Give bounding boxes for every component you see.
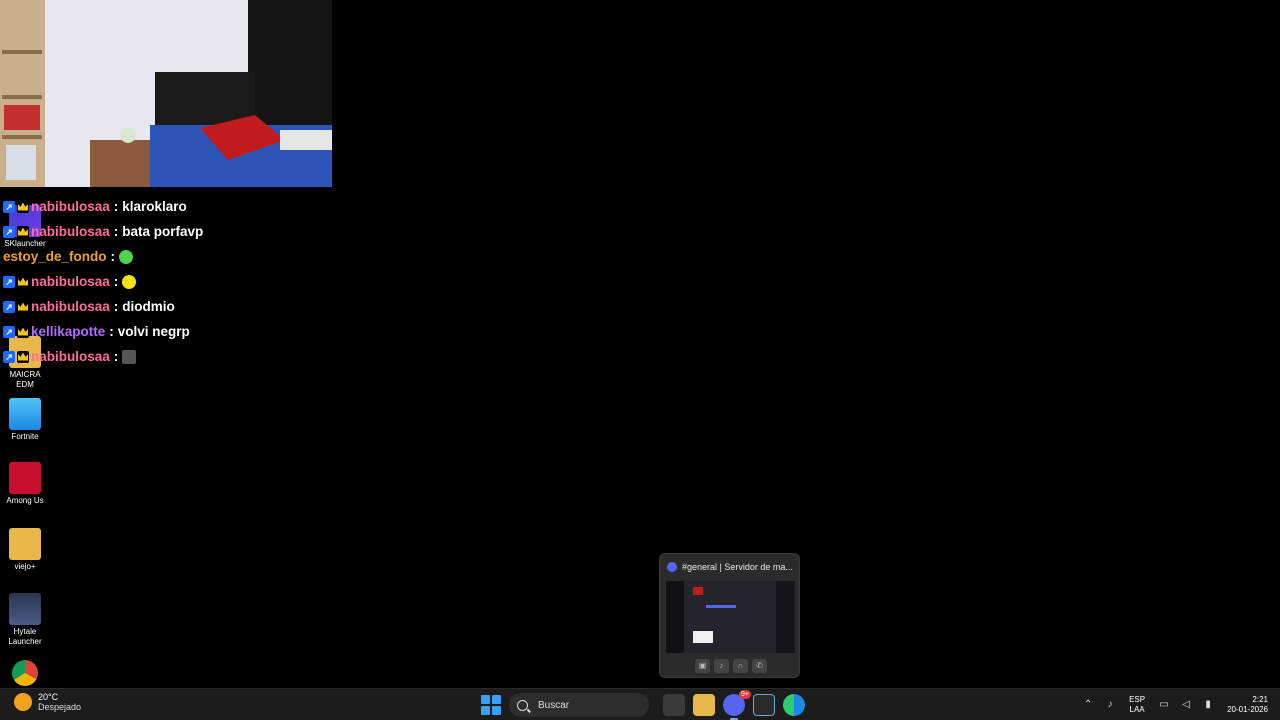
language-primary: ESP (1129, 694, 1146, 704)
vip-badge-icon: ↗ (3, 300, 15, 313)
desktop-icon-label: viejo+ (14, 562, 36, 571)
desktop-icon-label: Hytale Launcher (8, 627, 42, 646)
folder-icon (9, 528, 41, 560)
chat-text: bata porfavp (122, 224, 204, 239)
crown-badge-icon (17, 275, 29, 288)
chat-message: ↗ nabibulosaa : bata porfavp (3, 219, 203, 244)
chevron-up-icon[interactable]: ⌃ (1081, 698, 1095, 712)
volume-icon[interactable]: ◁ (1179, 698, 1193, 712)
photo-emote (122, 349, 137, 364)
clock-date: 20-01-2026 (1227, 704, 1268, 714)
crown-badge-icon (17, 350, 29, 363)
vip-badge-icon: ↗ (3, 350, 15, 363)
discord-icon (667, 562, 677, 572)
crown-badge-icon (17, 225, 29, 238)
chat-message: ↗ nabibulosaa : klaroklaro (3, 194, 203, 219)
file-explorer-icon[interactable] (693, 694, 715, 716)
desktop-icon-chrome[interactable] (0, 660, 50, 688)
desktop-icon-label: Fortnite (11, 432, 39, 441)
chat-text: diodmio (122, 299, 175, 314)
vip-badge-icon: ↗ (3, 275, 15, 288)
preview-title-text: #general | Servidor de ma... (682, 562, 793, 572)
search-icon (517, 699, 528, 711)
taskbar: 20°C Despejado Buscar 9+ ⌃ ♪ ESP LAA ▭ ◁… (0, 688, 1280, 720)
windows-start-icon[interactable] (481, 695, 501, 715)
discord-taskbar-icon[interactable]: 9+ (723, 690, 751, 720)
system-tray: ⌃ ♪ ESP LAA ▭ ◁ ▮ 2:21 20-01-2026 (1077, 689, 1280, 720)
chat-message: ↗ nabibulosaa : (3, 269, 203, 294)
hytale-icon (9, 593, 41, 625)
weather-widget[interactable]: 20°C Despejado (14, 692, 81, 712)
task-view-icon[interactable] (663, 694, 685, 716)
chat-separator: : (113, 199, 119, 214)
edge-icon[interactable] (783, 694, 805, 716)
crown-badge-icon (17, 300, 29, 313)
discord-notification-badge: 9+ (739, 690, 751, 699)
taskbar-center: Buscar 9+ (481, 690, 809, 720)
chat-message: ↗ nabibulosaa : (3, 344, 203, 369)
chat-text: klaroklaro (122, 199, 187, 214)
chat-message: ↗ kellikapotte : volvi negrp (3, 319, 203, 344)
end-call-icon[interactable]: ✆ (752, 659, 767, 673)
vip-badge-icon: ↗ (3, 325, 15, 338)
chat-username: nabibulosaa (31, 349, 110, 364)
chat-separator: : (113, 299, 119, 314)
desktop-icon-fortnite[interactable]: Fortnite (0, 398, 50, 442)
microphone-icon[interactable]: ♪ (1103, 698, 1117, 712)
chat-username: nabibulosaa (31, 199, 110, 214)
clock-time: 2:21 (1252, 694, 1268, 704)
crown-badge-icon (17, 325, 29, 338)
green-blob-emote (119, 249, 134, 264)
language-secondary: LAA (1129, 704, 1145, 714)
chat-username: kellikapotte (31, 324, 106, 339)
chat-username: nabibulosaa (31, 299, 110, 314)
clock[interactable]: 2:21 20-01-2026 (1227, 695, 1268, 715)
desktop-icon-label: Among Us (6, 496, 44, 505)
search-placeholder: Buscar (538, 699, 570, 711)
taskbar-search[interactable]: Buscar (509, 693, 649, 717)
chat-username: nabibulosaa (31, 274, 110, 289)
vip-badge-icon: ↗ (3, 225, 15, 238)
preview-controls: ▣ ♪ ∩ ✆ (695, 659, 767, 673)
chrome-icon (12, 660, 38, 686)
desktop-icon-viejo[interactable]: viejo+ (0, 528, 50, 572)
yellow-face-emote (122, 274, 137, 289)
among-us-icon (9, 462, 41, 494)
chat-separator: : (113, 349, 119, 364)
chat-username: nabibulosaa (31, 224, 110, 239)
obs-icon[interactable] (753, 694, 775, 716)
desktop-icon-hytale-launcher[interactable]: Hytale Launcher (0, 593, 50, 647)
chat-separator: : (109, 324, 114, 339)
preview-thumbnail[interactable] (666, 581, 795, 653)
headphones-icon[interactable]: ∩ (733, 659, 748, 673)
chat-separator: : (110, 249, 116, 264)
vip-badge-icon: ↗ (3, 200, 15, 213)
chat-separator: : (113, 224, 119, 239)
chat-separator: : (113, 274, 119, 289)
chat-username: estoy_de_fondo (3, 249, 107, 264)
desktop-icon-label: MAICRA EDM (9, 370, 41, 389)
mic-icon[interactable]: ♪ (714, 659, 729, 673)
weather-sun-icon (14, 693, 32, 711)
preview-title: #general | Servidor de ma... (667, 562, 793, 572)
chat-message: ↗ nabibulosaa : diodmio (3, 294, 203, 319)
discord-window-preview[interactable]: #general | Servidor de ma... ▣ ♪ ∩ ✆ (659, 553, 800, 678)
stream-chat: ↗ nabibulosaa : klaroklaro ↗ nabibulosaa… (3, 194, 203, 369)
chat-message: estoy_de_fondo : (3, 244, 203, 269)
weather-temperature: 20°C (38, 692, 59, 702)
camera-icon[interactable]: ▣ (695, 659, 710, 673)
crown-badge-icon (17, 200, 29, 213)
desktop-icon-among-us[interactable]: Among Us (0, 462, 50, 506)
fortnite-icon (9, 398, 41, 430)
weather-condition: Despejado (38, 702, 82, 712)
chat-text: volvi negrp (117, 324, 190, 339)
network-icon[interactable]: ▭ (1157, 698, 1171, 712)
battery-icon[interactable]: ▮ (1201, 698, 1215, 712)
language-indicator[interactable]: ESP LAA (1129, 695, 1145, 715)
webcam-overlay (0, 0, 332, 187)
